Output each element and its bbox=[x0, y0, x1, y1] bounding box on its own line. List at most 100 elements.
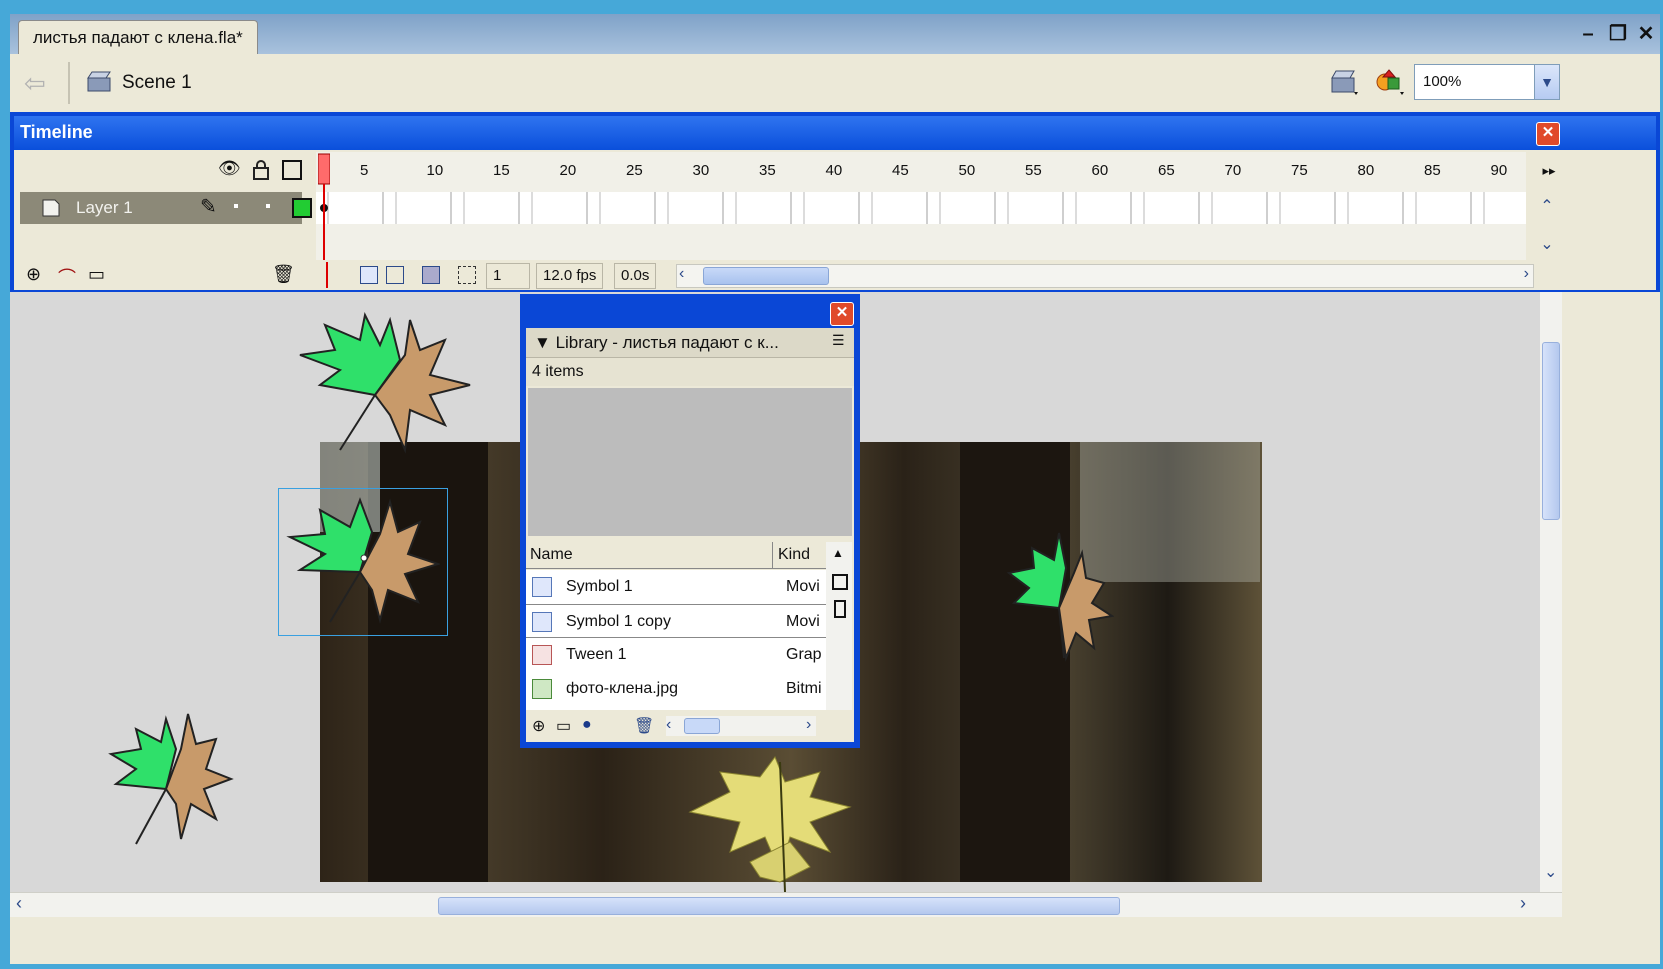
scroll-right-icon[interactable]: › bbox=[1524, 265, 1529, 283]
timeline-horizontal-scrollbar[interactable]: ‹ › bbox=[676, 264, 1534, 288]
scroll-thumb[interactable] bbox=[703, 267, 829, 285]
column-kind[interactable]: Kind bbox=[778, 542, 810, 568]
frame-tick-label: 90 bbox=[1490, 162, 1508, 179]
edit-symbols-icon[interactable] bbox=[1372, 64, 1406, 98]
back-arrow-icon[interactable]: ⇦ bbox=[24, 68, 54, 98]
layer-outline-color[interactable] bbox=[292, 198, 312, 218]
scroll-right-icon[interactable]: › bbox=[1520, 893, 1526, 914]
stage-vertical-scrollbar[interactable]: ⌄ bbox=[1540, 292, 1562, 892]
maple-leaf-tween[interactable] bbox=[106, 704, 236, 854]
layer-name: Layer 1 bbox=[76, 198, 133, 217]
playhead[interactable] bbox=[318, 152, 330, 264]
document-tab[interactable]: листья падают с клена.fla* bbox=[18, 20, 258, 55]
frame-tick-label: 40 bbox=[825, 162, 843, 179]
eye-icon[interactable]: 👁 bbox=[218, 158, 241, 179]
frame-view-menu-icon[interactable]: ▸▸ bbox=[1534, 152, 1564, 190]
timeline-footer: ⊕ ⌒ ▭ 🗑 1 12.0 fps 0.0s ‹ › bbox=[14, 260, 1656, 290]
collapse-arrow-icon[interactable]: ▼ bbox=[534, 333, 556, 352]
layer-row[interactable]: Layer 1 ✎ bbox=[20, 192, 312, 224]
library-title[interactable]: ▼ Library - листья падают с к... bbox=[526, 328, 854, 358]
frame-tick-label: 65 bbox=[1158, 162, 1175, 179]
frame-tick-label: 20 bbox=[559, 162, 577, 179]
frame-row[interactable] bbox=[316, 192, 1526, 224]
minimize-button[interactable]: – bbox=[1576, 22, 1600, 46]
stage-horizontal-scrollbar[interactable]: ‹ › bbox=[10, 892, 1562, 917]
list-item[interactable]: фото-клена.jpg Bitmi bbox=[526, 672, 826, 706]
library-body: ▼ Library - листья падают с к... ☰ 4 ite… bbox=[526, 328, 854, 742]
yellow-maple-leaves bbox=[688, 755, 852, 892]
timeline-panel: Timeline ✕ 👁 Layer 1 ✎ 5 10 15 20 25 30 35 40 45… bbox=[10, 112, 1660, 292]
wide-state-icon[interactable] bbox=[832, 574, 848, 590]
insert-folder-icon[interactable]: ▭ bbox=[88, 264, 105, 285]
document-tab-bar: листья падают с клена.fla* – ❐ ✕ bbox=[10, 14, 1660, 55]
scroll-thumb[interactable] bbox=[1542, 342, 1560, 520]
item-name: Symbol 1 bbox=[566, 578, 633, 595]
pencil-icon: ✎ bbox=[200, 196, 217, 218]
edit-scene-icon[interactable] bbox=[1328, 66, 1360, 98]
toolbar-separator bbox=[68, 62, 70, 104]
outline-icon[interactable] bbox=[282, 160, 302, 180]
modify-onion-markers-icon[interactable] bbox=[458, 266, 476, 284]
close-button[interactable]: ✕ bbox=[1634, 22, 1658, 46]
scroll-left-icon[interactable]: ‹ bbox=[16, 893, 22, 914]
add-motion-guide-icon[interactable]: ⌒ bbox=[58, 264, 76, 290]
lock-dot[interactable] bbox=[266, 204, 270, 208]
library-footer: ⊕ ▭ ● 🗑 ‹ › bbox=[526, 712, 854, 742]
close-icon[interactable]: ✕ bbox=[1536, 122, 1560, 146]
onion-skin-icon[interactable] bbox=[360, 266, 378, 284]
properties-icon[interactable]: ● bbox=[582, 716, 592, 734]
delete-layer-icon[interactable]: 🗑 bbox=[272, 264, 295, 285]
layer-page-icon bbox=[42, 199, 60, 217]
new-folder-icon[interactable]: ▭ bbox=[556, 716, 571, 736]
current-frame: 1 bbox=[486, 263, 530, 289]
item-name: фото-клена.jpg bbox=[566, 680, 679, 697]
new-symbol-icon[interactable]: ⊕ bbox=[532, 716, 545, 736]
list-item[interactable]: Symbol 1 Movi bbox=[526, 570, 826, 604]
visibility-dot[interactable] bbox=[234, 204, 238, 208]
list-item[interactable]: Tween 1 Grap bbox=[526, 638, 826, 672]
scene-icon bbox=[87, 71, 111, 92]
frame-tick-label: 70 bbox=[1224, 162, 1242, 179]
scroll-down-icon[interactable]: ⌄ bbox=[1544, 862, 1557, 882]
list-item[interactable]: Symbol 1 copy Movi bbox=[526, 604, 826, 638]
frame-tick-label: 25 bbox=[626, 162, 643, 179]
scroll-left-icon[interactable]: ‹ bbox=[666, 716, 671, 734]
library-horizontal-scrollbar[interactable]: ‹ › bbox=[666, 716, 816, 736]
scroll-up-icon[interactable]: ⌃ bbox=[1534, 196, 1560, 220]
narrow-state-icon[interactable] bbox=[834, 600, 846, 618]
scroll-right-icon[interactable]: › bbox=[806, 716, 811, 734]
delete-item-icon[interactable]: 🗑 bbox=[634, 716, 654, 736]
frame-tick-label: 85 bbox=[1424, 162, 1441, 179]
maple-leaf-symbol-copy[interactable] bbox=[280, 492, 440, 632]
maple-leaf-on-photo[interactable] bbox=[1004, 528, 1114, 668]
scroll-thumb[interactable] bbox=[684, 718, 720, 734]
library-vertical-scrollbar[interactable]: ▲ bbox=[826, 542, 852, 710]
sort-order-icon[interactable]: ▲ bbox=[832, 546, 844, 560]
library-list: Symbol 1 Movi Symbol 1 copy Movi Tween 1… bbox=[526, 570, 826, 710]
scroll-left-icon[interactable]: ‹ bbox=[679, 265, 684, 283]
timeline-title[interactable]: Timeline bbox=[14, 116, 1656, 150]
scroll-down-icon[interactable]: ⌄ bbox=[1534, 234, 1560, 258]
scroll-thumb[interactable] bbox=[438, 897, 1120, 915]
maple-leaf-symbol[interactable] bbox=[280, 300, 480, 470]
lock-icon[interactable] bbox=[252, 160, 270, 180]
frame-tick-label: 60 bbox=[1091, 162, 1109, 179]
options-menu-icon[interactable]: ☰ bbox=[832, 332, 845, 349]
bitmap-icon bbox=[532, 679, 552, 699]
zoom-select[interactable]: 100% ▼ bbox=[1414, 64, 1560, 100]
scene-label[interactable]: Scene 1 bbox=[122, 70, 192, 96]
frame-tick-label: 15 bbox=[493, 162, 510, 179]
chevron-down-icon[interactable]: ▼ bbox=[1534, 65, 1559, 99]
onion-skin-outlines-icon[interactable] bbox=[386, 266, 404, 284]
insert-layer-icon[interactable]: ⊕ bbox=[26, 264, 41, 285]
restore-button[interactable]: ❐ bbox=[1606, 22, 1630, 46]
edit-multiple-frames-icon[interactable] bbox=[422, 266, 440, 284]
edit-bar: ⇦ Scene 1 100% ▼ bbox=[10, 54, 1660, 113]
elapsed-time: 0.0s bbox=[614, 263, 657, 289]
center-frame-icon[interactable] bbox=[326, 262, 328, 288]
close-icon[interactable]: ✕ bbox=[830, 302, 854, 326]
timeline-frames[interactable]: 5 10 15 20 25 30 35 40 45 50 55 60 65 70 75 80 85 90 bbox=[316, 152, 1526, 264]
column-name[interactable]: Name bbox=[530, 542, 573, 568]
frame-rate[interactable]: 12.0 fps bbox=[536, 263, 604, 289]
item-name: Symbol 1 copy bbox=[566, 613, 671, 630]
